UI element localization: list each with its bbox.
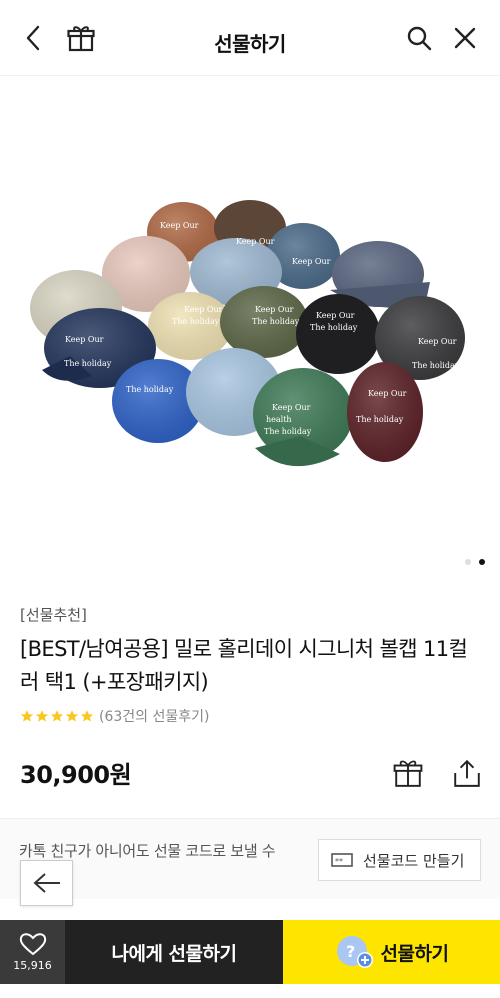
- star-icon: [50, 710, 64, 722]
- svg-text:The holiday: The holiday: [264, 427, 312, 436]
- svg-text:Keep Our: Keep Our: [184, 305, 223, 314]
- heart-icon: [19, 933, 46, 956]
- rating-row[interactable]: (63건의 선물후기): [20, 706, 209, 726]
- send-gift-label: 선물하기: [380, 942, 449, 965]
- share-button[interactable]: [451, 757, 483, 789]
- svg-text:The holiday: The holiday: [252, 317, 300, 326]
- svg-text:**: **: [335, 857, 343, 866]
- floating-back-button[interactable]: [20, 860, 73, 906]
- svg-text:The holiday: The holiday: [412, 361, 460, 370]
- svg-text:The holiday: The holiday: [172, 317, 220, 326]
- search-icon: [407, 26, 432, 51]
- wrap-gift-button[interactable]: [392, 757, 424, 789]
- gallery-dot-active[interactable]: [479, 559, 485, 565]
- product-name: [BEST/남여공용] 밀로 홀리데이 시그니처 볼캡 11컬러 택1 (+포장…: [20, 637, 468, 694]
- cap-burgundy: [347, 362, 423, 462]
- product-price: 30,900원: [20, 761, 132, 789]
- search-button[interactable]: [404, 23, 434, 53]
- wish-button[interactable]: 15,916: [0, 920, 65, 984]
- svg-text:The holiday: The holiday: [126, 385, 174, 394]
- cap-black: [296, 294, 380, 374]
- gift-icon: [393, 760, 423, 787]
- create-gift-code-label: 선물코드 만들기: [363, 851, 465, 870]
- ticket-icon: **: [331, 853, 353, 867]
- review-count: (63건의 선물후기): [99, 709, 210, 725]
- create-gift-code-button[interactable]: ** 선물코드 만들기: [318, 839, 481, 881]
- product-image[interactable]: Keep Our Keep Our Keep Our Keep Our The …: [0, 76, 500, 574]
- svg-text:?: ?: [346, 942, 355, 961]
- star-rating: [20, 709, 94, 723]
- send-gift-button[interactable]: ? 선물하기: [283, 920, 500, 984]
- close-icon: [454, 27, 476, 49]
- gallery-dot[interactable]: [465, 559, 471, 565]
- svg-text:Keep Our: Keep Our: [255, 305, 294, 314]
- svg-text:Keep Our: Keep Our: [292, 257, 331, 266]
- svg-text:Keep Our: Keep Our: [418, 337, 457, 346]
- cap-cream: [148, 292, 232, 360]
- svg-text:Keep Our: Keep Our: [368, 389, 407, 398]
- svg-text:Keep Our: Keep Our: [236, 237, 275, 246]
- star-icon: [20, 710, 34, 722]
- svg-text:health: health: [266, 415, 292, 424]
- gift-friend-icon: ?: [336, 936, 373, 968]
- star-icon: [35, 710, 49, 722]
- arrow-left-icon: [33, 873, 60, 893]
- svg-text:Keep Our: Keep Our: [160, 221, 199, 230]
- gift-code-banner: 카톡 친구가 아니어도 선물 코드로 보낼 수 있어요! ** 선물코드 만들기: [0, 819, 500, 899]
- svg-text:Keep Our: Keep Our: [65, 335, 104, 344]
- svg-text:The holiday: The holiday: [310, 323, 358, 332]
- share-icon: [454, 759, 480, 787]
- gift-to-self-button[interactable]: 나에게 선물하기: [65, 920, 283, 984]
- star-icon: [65, 710, 79, 722]
- svg-text:Keep Our: Keep Our: [316, 311, 355, 320]
- wish-count: 15,916: [13, 959, 52, 972]
- caps-photo: Keep Our Keep Our Keep Our Keep Our The …: [30, 200, 465, 467]
- svg-text:The holiday: The holiday: [64, 359, 112, 368]
- product-category: [선물추천]: [20, 606, 87, 624]
- gallery-indicator: [465, 559, 485, 565]
- close-button[interactable]: [450, 23, 480, 53]
- svg-text:The holiday: The holiday: [356, 415, 404, 424]
- star-icon: [80, 710, 94, 722]
- top-header: 선물하기: [0, 0, 500, 76]
- safe-area: [0, 984, 500, 998]
- svg-text:Keep Our: Keep Our: [272, 403, 311, 412]
